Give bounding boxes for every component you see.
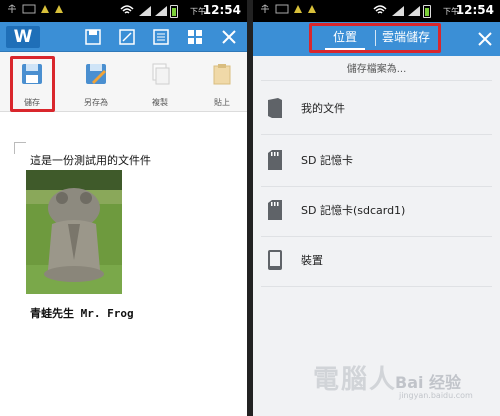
- ribbon-paste-label: 貼上: [214, 98, 230, 107]
- location-sd-card[interactable]: SD 記憶卡: [253, 136, 500, 186]
- watermark-url: jingyan.baidu.com: [399, 391, 473, 400]
- alert-icon: [308, 5, 316, 13]
- wifi-icon: [373, 5, 387, 14]
- status-bar: 下午 12:54: [253, 0, 500, 22]
- location-my-documents[interactable]: 我的文件: [253, 84, 500, 134]
- list-icon[interactable]: [152, 28, 170, 46]
- edit-icon[interactable]: [118, 28, 136, 46]
- status-time: 12:54: [202, 3, 241, 17]
- phone-device-icon: [268, 250, 282, 270]
- signal-icon: [408, 6, 420, 16]
- save-as-icon: [86, 64, 106, 84]
- ribbon-copy-label: 複製: [152, 98, 168, 107]
- watermark-logo-text: 電腦人: [313, 365, 398, 395]
- photo-caption: 青蛙先生 Mr. Frog: [30, 307, 134, 320]
- location-label: SD 記憶卡(sdcard1): [301, 204, 406, 217]
- highlight-box: [10, 56, 55, 112]
- close-icon[interactable]: [220, 28, 238, 46]
- document-icon: [268, 98, 282, 118]
- paste-icon: [213, 64, 231, 85]
- frog-statue-photo: [26, 170, 122, 294]
- highlight-box: [309, 23, 441, 53]
- screenshot-stage: 下午 12:54 W 儲存 另存為 複製 貼上 這是一份測試用的文件件 青蛙先生…: [0, 0, 500, 416]
- app-logo[interactable]: W: [6, 26, 40, 48]
- document-text: 這是一份測試用的文件件: [30, 154, 151, 167]
- copy-icon: [152, 63, 170, 85]
- location-sd-card-1[interactable]: SD 記憶卡(sdcard1): [253, 186, 500, 236]
- close-icon[interactable]: [476, 30, 494, 48]
- sd-card-icon: [268, 200, 282, 220]
- ribbon-save-as-label: 另存為: [84, 98, 108, 107]
- watermark-text: Bai 经验: [395, 373, 462, 392]
- ribbon-save-as-button[interactable]: 另存為: [74, 56, 118, 108]
- alert-icon: [41, 5, 49, 13]
- location-label: 我的文件: [301, 102, 345, 115]
- save-icon[interactable]: [84, 28, 102, 46]
- page-margin-marker: [14, 142, 26, 154]
- signal-icon: [392, 6, 404, 16]
- right-phone-screen: 下午 12:54 位置 雲端儲存 儲存檔案為... 我的文件 SD 記憶卡 SD…: [253, 0, 500, 416]
- usb-notification-icon: [8, 4, 16, 13]
- notification-icon: [275, 4, 289, 14]
- status-bar: 下午 12:54: [0, 0, 247, 22]
- grid-icon[interactable]: [186, 28, 204, 46]
- separator: [261, 286, 492, 287]
- location-label: SD 記憶卡: [301, 154, 353, 167]
- separator: [261, 134, 492, 135]
- app-toolbar: W: [0, 22, 247, 52]
- signal-icon: [155, 6, 167, 16]
- wifi-icon: [120, 5, 134, 14]
- location-device[interactable]: 裝置: [253, 236, 500, 286]
- sd-card-icon: [268, 150, 282, 170]
- save-as-label: 儲存檔案為...: [346, 64, 407, 75]
- document-page: 這是一份測試用的文件件 青蛙先生 Mr. Frog: [0, 112, 247, 416]
- baidu-watermark: 電腦人 Bai 经验 jingyan.baidu.com: [313, 355, 498, 410]
- battery-icon: [170, 5, 178, 18]
- alert-icon: [294, 5, 302, 13]
- notification-icon: [22, 4, 36, 14]
- signal-icon: [139, 6, 151, 16]
- ribbon-paste-button[interactable]: 貼上: [200, 56, 244, 108]
- location-label: 裝置: [301, 254, 323, 267]
- usb-notification-icon: [261, 4, 269, 13]
- left-phone-screen: 下午 12:54 W 儲存 另存為 複製 貼上 這是一份測試用的文件件 青蛙先生…: [0, 0, 247, 416]
- alert-icon: [55, 5, 63, 13]
- ribbon-copy-button[interactable]: 複製: [138, 56, 182, 108]
- separator: [261, 80, 492, 81]
- battery-icon: [423, 5, 431, 18]
- status-time: 12:54: [455, 3, 494, 17]
